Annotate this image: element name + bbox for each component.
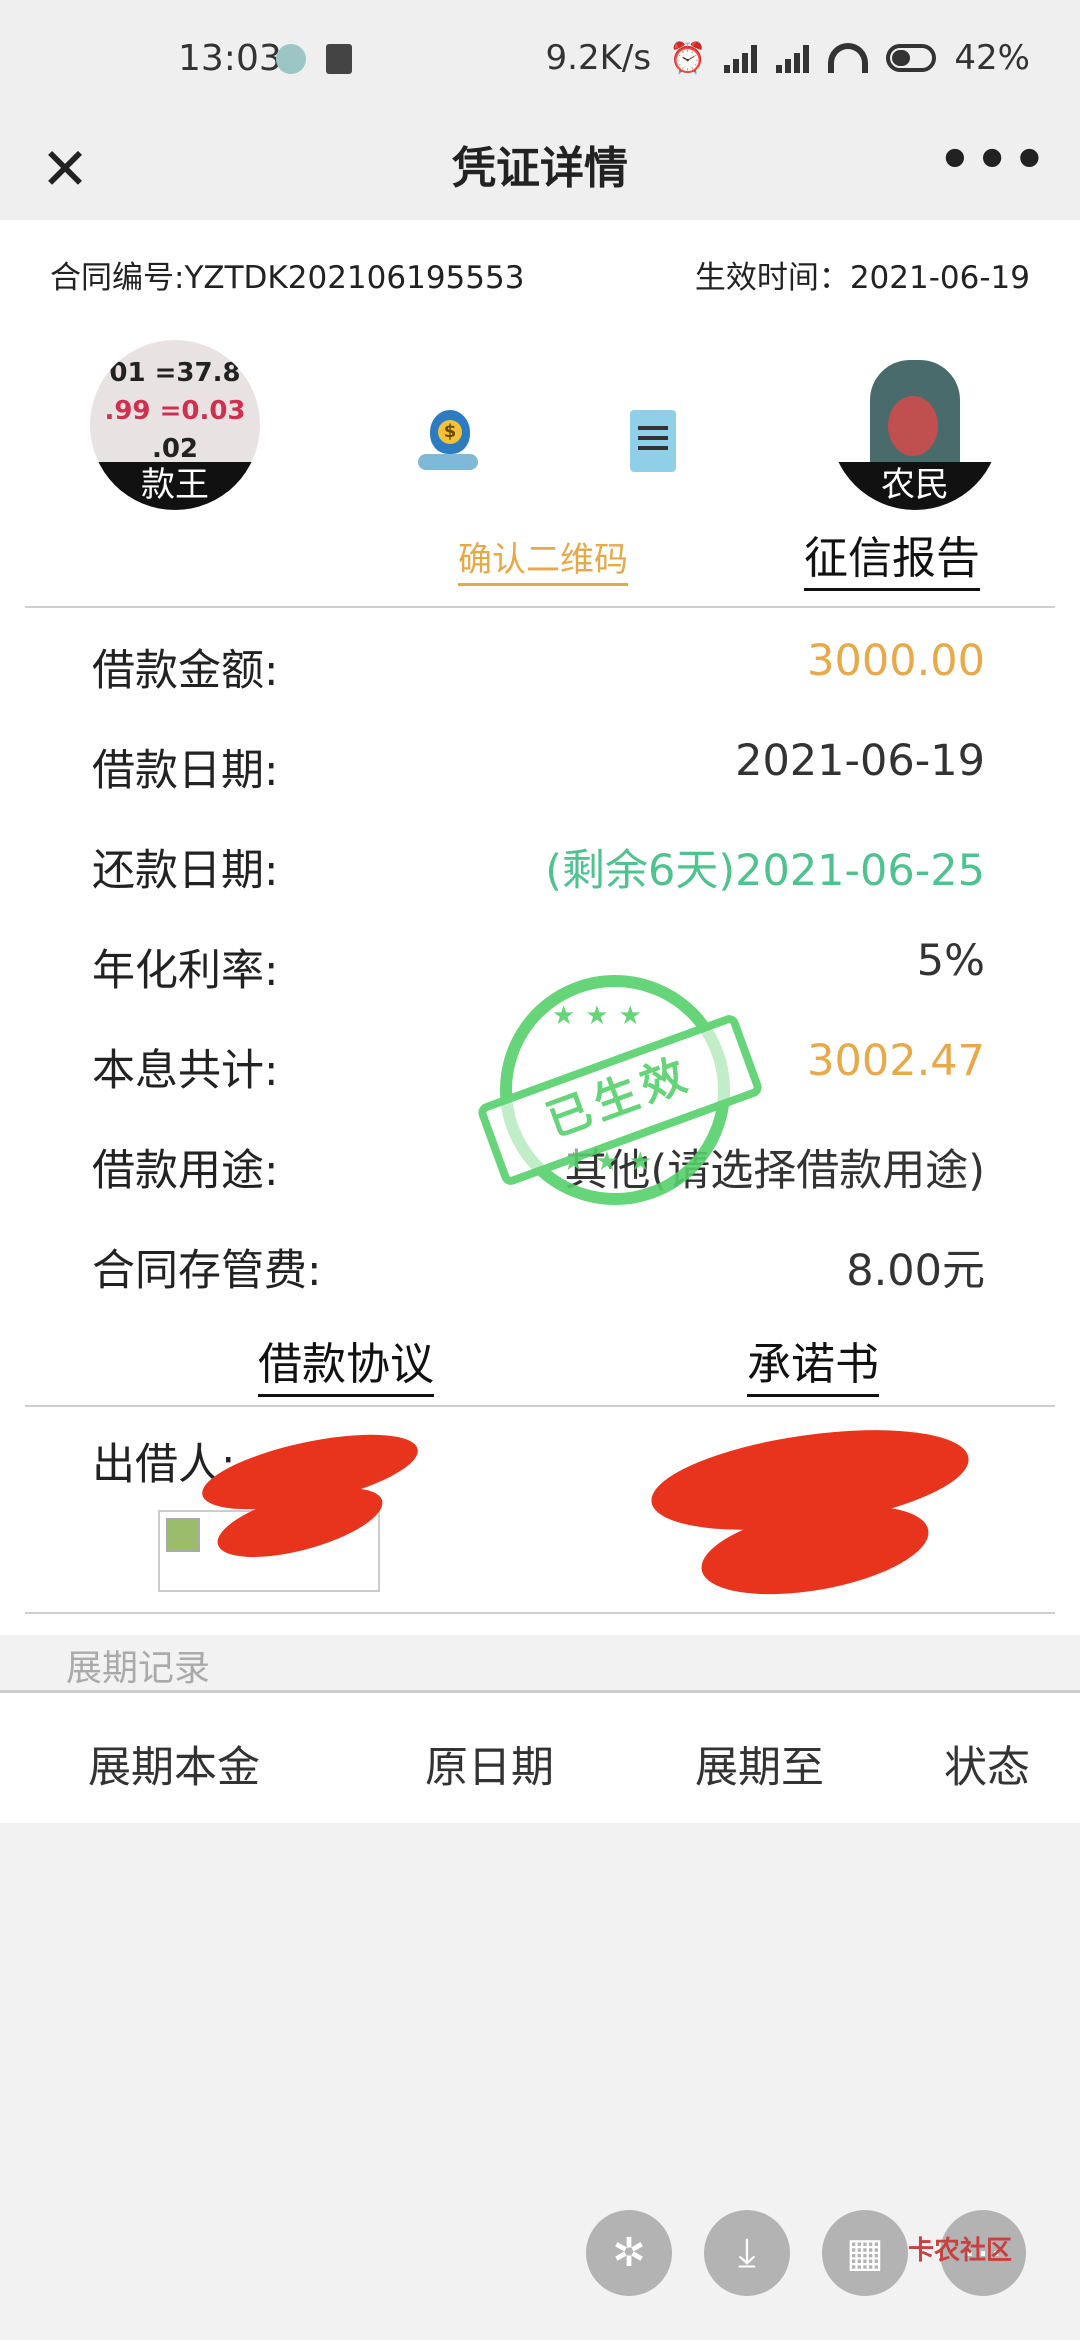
detail-label: 年化利率: [92, 946, 279, 996]
extension-table-header: 展期本金 原日期 展期至 状态 [0, 1693, 1080, 1823]
detail-label: 合同存管费: [92, 1246, 322, 1296]
more-icon[interactable]: ••• [938, 130, 1050, 190]
divider [25, 606, 1055, 608]
voucher-card: 合同编号:YZTDK202106195553 生效时间：2021-06-19 0… [0, 220, 1080, 1635]
signal-icon-2 [776, 43, 810, 73]
trash-icon [326, 44, 352, 74]
detail-label: 借款金额: [92, 646, 279, 696]
money-bag-icon: $ [418, 410, 478, 480]
app-notification-icon [276, 44, 306, 74]
avatar-lender: 01 =37.8 .99 =0.03 .02 =1377.4 款王 [90, 340, 260, 510]
clipboard-icon [630, 410, 676, 472]
confirm-qr-link[interactable]: 确认二维码 [458, 532, 628, 586]
download-icon[interactable]: ⤓ [704, 2210, 790, 2296]
battery-level: 42% [954, 38, 1030, 78]
detail-row: 还款日期: (剩余6天)2021-06-25 [0, 810, 1080, 910]
detail-value: 3002.47 [807, 1036, 985, 1086]
watermark: 卡农社区 [908, 2236, 1013, 2266]
credit-report-link[interactable]: 征信报告 [804, 522, 980, 591]
detail-value: (剩余6天)2021-06-25 [545, 846, 985, 896]
column-header: 原日期 [425, 1743, 554, 1793]
extension-title: 展期记录 [66, 1648, 211, 1689]
nav-bar: ✕ 凭证详情 ••• [0, 120, 1080, 220]
grid-icon[interactable]: ▦ [822, 2210, 908, 2296]
network-speed: 9.2K/s [545, 38, 652, 78]
wifi-icon [828, 43, 869, 73]
status-right: 9.2K/s ⏰ 42% [546, 38, 1030, 78]
signal-icon [724, 43, 758, 73]
divider [25, 1612, 1055, 1614]
detail-label: 借款日期: [92, 746, 279, 796]
detail-value: 3000.00 [807, 636, 985, 686]
column-header: 展期本金 [88, 1743, 260, 1793]
detail-label: 本息共计: [92, 1046, 279, 1096]
column-header: 状态 [944, 1743, 1030, 1793]
status-time: 13:03 [178, 38, 282, 79]
extension-section: 展期记录 [0, 1635, 1080, 1690]
effective-date: 生效时间：2021-06-19 [694, 260, 1030, 296]
detail-label: 借款用途: [92, 1146, 279, 1196]
detail-row: 借款日期: 2021-06-19 [0, 710, 1080, 810]
detail-value: 8.00元 [846, 1246, 985, 1296]
share-icon[interactable]: ✲ [586, 2210, 672, 2296]
effective-stamp: ★★★ 已生效 ★★★ [475, 975, 765, 1205]
alarm-icon: ⏰ [669, 40, 707, 76]
status-bar: 13:03 9.2K/s ⏰ 42% [0, 0, 1080, 120]
battery-icon [886, 44, 937, 72]
detail-row: 年化利率: 5% [0, 910, 1080, 1010]
detail-value: 2021-06-19 [735, 736, 985, 786]
detail-row: 借款金额: 3000.00 [0, 610, 1080, 710]
contract-number: 合同编号:YZTDK202106195553 [50, 260, 525, 296]
detail-value: 5% [916, 936, 985, 986]
column-header: 展期至 [695, 1743, 824, 1793]
divider [25, 1405, 1055, 1407]
avatar-name-right: 农民 [830, 462, 1000, 510]
loan-agreement-link[interactable]: 借款协议 [258, 1328, 434, 1397]
avatar-name-left: 款王 [90, 462, 260, 510]
avatar-borrower: 农民 [830, 340, 1000, 510]
detail-row: 合同存管费: 8.00元 [0, 1210, 1080, 1310]
page-title: 凭证详情 [452, 143, 628, 194]
detail-label: 还款日期: [92, 846, 279, 896]
promise-letter-link[interactable]: 承诺书 [747, 1328, 879, 1397]
